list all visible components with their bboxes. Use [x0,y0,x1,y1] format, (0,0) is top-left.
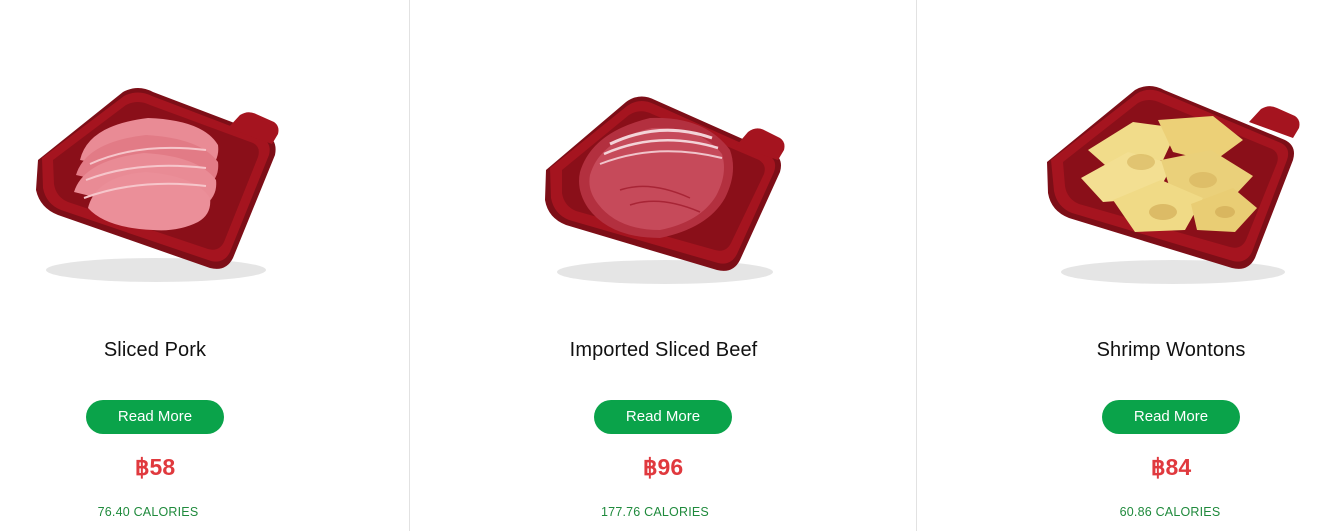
menu-item-grid: Sliced Pork Read More ฿58 76.40 CALORIES… [0,0,1325,531]
item-price: ฿58 [134,454,176,480]
sliced-pork-image[interactable] [28,80,283,290]
shrimp-wontons-image[interactable] [1043,80,1303,290]
item-calories: 76.40 CALORIES [97,505,199,519]
read-more-button[interactable]: Read More [594,400,732,434]
menu-item-card-sliced-pork: Sliced Pork Read More ฿58 76.40 CALORIES [0,0,409,531]
item-calories: 177.76 CALORIES [601,505,709,519]
item-name: Sliced Pork [103,339,207,361]
item-calories: 60.86 CALORIES [1119,505,1221,519]
menu-item-card-shrimp-wontons: Shrimp Wontons Read More ฿84 60.86 CALOR… [916,0,1325,531]
item-price: ฿84 [1150,454,1192,480]
item-name: Shrimp Wontons [1096,339,1246,361]
shrimp-wontons-tray-illustration [1047,86,1300,284]
menu-item-card-imported-sliced-beef: Imported Sliced Beef Read More ฿96 177.7… [409,0,917,531]
sliced-beef-tray-illustration [545,96,785,284]
read-more-button[interactable]: Read More [86,400,224,434]
sliced-pork-tray-illustration [36,88,279,282]
item-price: ฿96 [642,454,684,480]
item-name: Imported Sliced Beef [569,339,758,361]
sliced-beef-image[interactable] [540,80,790,290]
read-more-button[interactable]: Read More [1102,400,1240,434]
